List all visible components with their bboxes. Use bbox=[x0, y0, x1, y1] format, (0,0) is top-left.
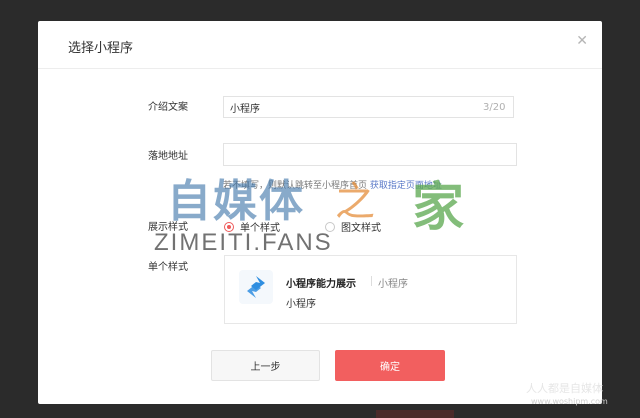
confirm-button[interactable]: 确定 bbox=[335, 350, 445, 381]
landing-label: 落地地址 bbox=[148, 151, 188, 162]
card-type: 小程序 bbox=[378, 279, 408, 290]
miniprogram-card: 小程序能力展示 小程序 小程序 bbox=[224, 255, 517, 324]
single-style-label: 单个样式 bbox=[148, 262, 188, 273]
intro-input[interactable] bbox=[223, 96, 514, 118]
radio-unchecked-icon bbox=[325, 221, 335, 232]
prev-step-button[interactable]: 上一步 bbox=[211, 350, 320, 381]
radio-single-label: 单个样式 bbox=[240, 223, 280, 234]
landing-hint: 若不填写，则默认跳转至小程序首页 获取指定页面地址 bbox=[223, 178, 442, 191]
intro-label: 介绍文案 bbox=[148, 102, 188, 113]
background-bar bbox=[376, 410, 454, 418]
corner-watermark: 人人都是自媒体 bbox=[526, 382, 603, 395]
dialog-title: 选择小程序 bbox=[68, 41, 134, 56]
radio-checked-icon bbox=[224, 221, 234, 232]
close-icon[interactable]: ✕ bbox=[576, 33, 588, 49]
card-divider bbox=[371, 276, 372, 286]
landing-url-input[interactable] bbox=[223, 143, 517, 166]
intro-counter: 3/20 bbox=[483, 102, 506, 113]
radio-image-text-label: 图文样式 bbox=[341, 223, 381, 234]
get-page-url-link[interactable]: 获取指定页面地址 bbox=[370, 181, 442, 191]
radio-single-style[interactable]: 单个样式 bbox=[224, 219, 280, 234]
card-subtitle: 小程序 bbox=[286, 299, 316, 310]
select-miniprogram-dialog: 选择小程序 ✕ 介绍文案 3/20 落地地址 若不填写，则默认跳转至小程序首页 … bbox=[38, 21, 602, 404]
card-name: 小程序能力展示 bbox=[286, 279, 356, 290]
miniprogram-logo-icon bbox=[239, 270, 273, 304]
dialog-header: 选择小程序 ✕ bbox=[38, 21, 602, 69]
radio-image-text-style[interactable]: 图文样式 bbox=[325, 219, 381, 234]
corner-watermark-url: www.woshipm.com bbox=[531, 397, 608, 406]
style-label: 展示样式 bbox=[148, 222, 188, 233]
landing-hint-text: 若不填写，则默认跳转至小程序首页 bbox=[223, 181, 368, 191]
